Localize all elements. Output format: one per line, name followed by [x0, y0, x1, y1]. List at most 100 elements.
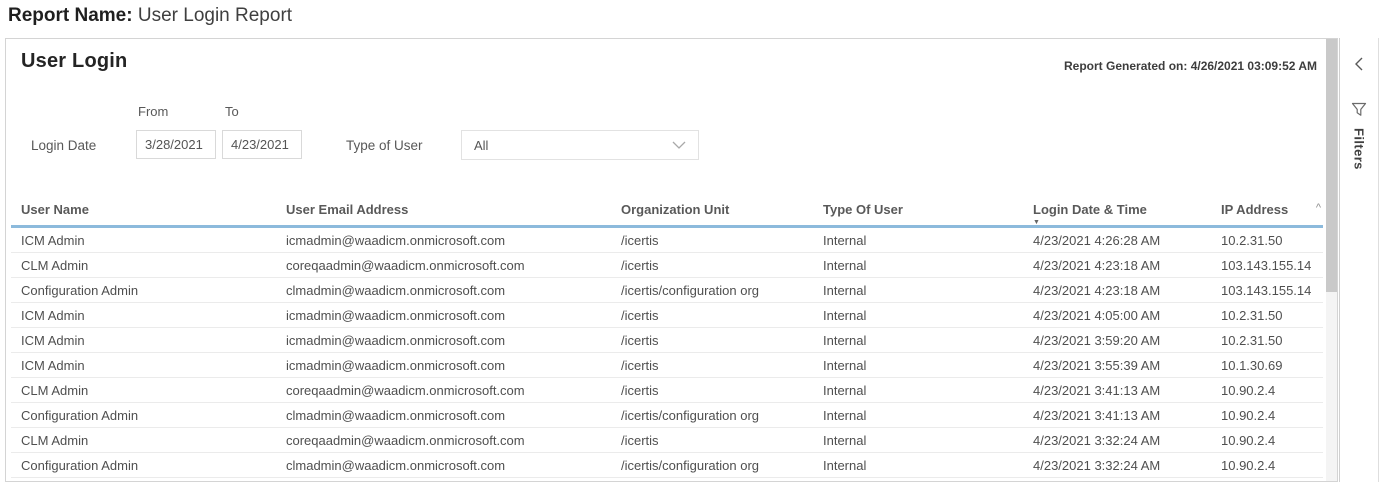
- cell-login-date-time: 4/23/2021 4:23:18 AM: [1023, 283, 1211, 298]
- chevron-down-icon: [672, 141, 686, 149]
- column-header-ip-address[interactable]: IP Address: [1211, 202, 1323, 217]
- cell-user-name: CLM Admin: [11, 433, 276, 448]
- vertical-scrollbar[interactable]: [1326, 39, 1337, 481]
- cell-login-date-time: 4/23/2021 3:55:39 AM: [1023, 358, 1211, 373]
- to-label: To: [225, 104, 239, 119]
- column-header-type-of-user[interactable]: Type Of User: [813, 202, 1023, 217]
- sort-descending-icon: ▼: [1033, 219, 1040, 226]
- cell-type-of-user: Internal: [813, 458, 1023, 473]
- table-body: ICM Admin icmadmin@waadicm.onmicrosoft.c…: [11, 228, 1323, 478]
- cell-organization-unit: /icertis/configuration org: [611, 458, 813, 473]
- table-row[interactable]: Configuration Admin clmadmin@waadicm.onm…: [11, 278, 1323, 303]
- cell-login-date-time: 4/23/2021 3:59:20 AM: [1023, 333, 1211, 348]
- table-row[interactable]: CLM Admin coreqaadmin@waadicm.onmicrosof…: [11, 378, 1323, 403]
- cell-login-date-time: 4/23/2021 4:05:00 AM: [1023, 308, 1211, 323]
- cell-type-of-user: Internal: [813, 333, 1023, 348]
- report-name-value: User Login Report: [138, 5, 292, 26]
- cell-user-name: CLM Admin: [11, 258, 276, 273]
- cell-ip-address: 10.90.2.4: [1211, 383, 1323, 398]
- table-row[interactable]: ICM Admin icmadmin@waadicm.onmicrosoft.c…: [11, 328, 1323, 353]
- scroll-up-icon[interactable]: ^: [1316, 202, 1321, 214]
- login-date-label: Login Date: [31, 138, 96, 153]
- cell-organization-unit: /icertis: [611, 358, 813, 373]
- cell-type-of-user: Internal: [813, 383, 1023, 398]
- cell-user-email: clmadmin@waadicm.onmicrosoft.com: [276, 283, 611, 298]
- cell-user-email: coreqaadmin@waadicm.onmicrosoft.com: [276, 433, 611, 448]
- cell-login-date-time: 4/23/2021 3:32:24 AM: [1023, 433, 1211, 448]
- table-row[interactable]: ICM Admin icmadmin@waadicm.onmicrosoft.c…: [11, 228, 1323, 253]
- table-row[interactable]: ICM Admin icmadmin@waadicm.onmicrosoft.c…: [11, 353, 1323, 378]
- cell-ip-address: 10.2.31.50: [1211, 308, 1323, 323]
- report-panel: User Login Report Generated on: 4/26/202…: [5, 38, 1338, 482]
- cell-type-of-user: Internal: [813, 283, 1023, 298]
- cell-user-email: coreqaadmin@waadicm.onmicrosoft.com: [276, 383, 611, 398]
- cell-login-date-time: 4/23/2021 3:41:13 AM: [1023, 408, 1211, 423]
- type-of-user-selected-value: All: [474, 138, 488, 153]
- cell-user-email: coreqaadmin@waadicm.onmicrosoft.com: [276, 258, 611, 273]
- report-generated-timestamp: Report Generated on: 4/26/2021 03:09:52 …: [1064, 59, 1317, 73]
- cell-ip-address: 103.143.155.14: [1211, 283, 1323, 298]
- cell-user-name: ICM Admin: [11, 358, 276, 373]
- type-of-user-dropdown[interactable]: All: [461, 130, 699, 160]
- cell-ip-address: 10.90.2.4: [1211, 408, 1323, 423]
- chevron-left-icon: [1354, 59, 1364, 76]
- column-header-user-name[interactable]: User Name: [11, 202, 276, 217]
- filters-button[interactable]: [1340, 102, 1378, 122]
- cell-user-email: clmadmin@waadicm.onmicrosoft.com: [276, 458, 611, 473]
- cell-type-of-user: Internal: [813, 258, 1023, 273]
- cell-user-email: icmadmin@waadicm.onmicrosoft.com: [276, 358, 611, 373]
- cell-organization-unit: /icertis: [611, 233, 813, 248]
- column-header-login-date-time-label: Login Date & Time: [1033, 202, 1147, 217]
- table-row[interactable]: ICM Admin icmadmin@waadicm.onmicrosoft.c…: [11, 303, 1323, 328]
- cell-user-name: ICM Admin: [11, 308, 276, 323]
- table-header-row: User Name User Email Address Organizatio…: [11, 194, 1323, 225]
- cell-ip-address: 10.90.2.4: [1211, 458, 1323, 473]
- cell-login-date-time: 4/23/2021 4:23:18 AM: [1023, 258, 1211, 273]
- cell-user-name: ICM Admin: [11, 233, 276, 248]
- cell-ip-address: 10.2.31.50: [1211, 233, 1323, 248]
- cell-type-of-user: Internal: [813, 308, 1023, 323]
- column-header-organization-unit[interactable]: Organization Unit: [611, 202, 813, 217]
- cell-ip-address: 10.2.31.50: [1211, 333, 1323, 348]
- table-row[interactable]: Configuration Admin clmadmin@waadicm.onm…: [11, 453, 1323, 478]
- filter-funnel-icon: [1351, 104, 1367, 121]
- cell-login-date-time: 4/23/2021 4:26:28 AM: [1023, 233, 1211, 248]
- login-date-to-input[interactable]: [222, 130, 302, 159]
- cell-type-of-user: Internal: [813, 358, 1023, 373]
- cell-user-name: Configuration Admin: [11, 283, 276, 298]
- cell-login-date-time: 4/23/2021 3:32:24 AM: [1023, 458, 1211, 473]
- column-header-user-email[interactable]: User Email Address: [276, 202, 611, 217]
- cell-organization-unit: /icertis: [611, 433, 813, 448]
- login-date-from-input[interactable]: [136, 130, 216, 159]
- cell-ip-address: 10.1.30.69: [1211, 358, 1323, 373]
- table-row[interactable]: CLM Admin coreqaadmin@waadicm.onmicrosof…: [11, 253, 1323, 278]
- cell-user-email: icmadmin@waadicm.onmicrosoft.com: [276, 233, 611, 248]
- filters-sidebar: Filters: [1339, 38, 1379, 482]
- filters-pane-label: Filters: [1352, 128, 1367, 170]
- cell-organization-unit: /icertis: [611, 258, 813, 273]
- cell-organization-unit: /icertis: [611, 383, 813, 398]
- cell-type-of-user: Internal: [813, 433, 1023, 448]
- cell-user-email: icmadmin@waadicm.onmicrosoft.com: [276, 333, 611, 348]
- column-header-login-date-time[interactable]: Login Date & Time ▼: [1023, 202, 1211, 217]
- table-row[interactable]: CLM Admin coreqaadmin@waadicm.onmicrosof…: [11, 428, 1323, 453]
- table-row[interactable]: Configuration Admin clmadmin@waadicm.onm…: [11, 403, 1323, 428]
- cell-ip-address: 10.90.2.4: [1211, 433, 1323, 448]
- cell-type-of-user: Internal: [813, 233, 1023, 248]
- cell-user-email: clmadmin@waadicm.onmicrosoft.com: [276, 408, 611, 423]
- cell-organization-unit: /icertis: [611, 333, 813, 348]
- login-table: User Name User Email Address Organizatio…: [11, 194, 1323, 478]
- cell-type-of-user: Internal: [813, 408, 1023, 423]
- cell-organization-unit: /icertis: [611, 308, 813, 323]
- cell-user-name: Configuration Admin: [11, 408, 276, 423]
- cell-user-email: icmadmin@waadicm.onmicrosoft.com: [276, 308, 611, 323]
- collapse-pane-button[interactable]: [1340, 56, 1378, 77]
- type-of-user-label: Type of User: [346, 138, 423, 153]
- cell-login-date-time: 4/23/2021 3:41:13 AM: [1023, 383, 1211, 398]
- cell-user-name: CLM Admin: [11, 383, 276, 398]
- panel-title: User Login: [21, 50, 127, 73]
- vertical-scrollbar-thumb[interactable]: [1326, 39, 1337, 292]
- cell-user-name: Configuration Admin: [11, 458, 276, 473]
- cell-organization-unit: /icertis/configuration org: [611, 408, 813, 423]
- cell-ip-address: 103.143.155.14: [1211, 258, 1323, 273]
